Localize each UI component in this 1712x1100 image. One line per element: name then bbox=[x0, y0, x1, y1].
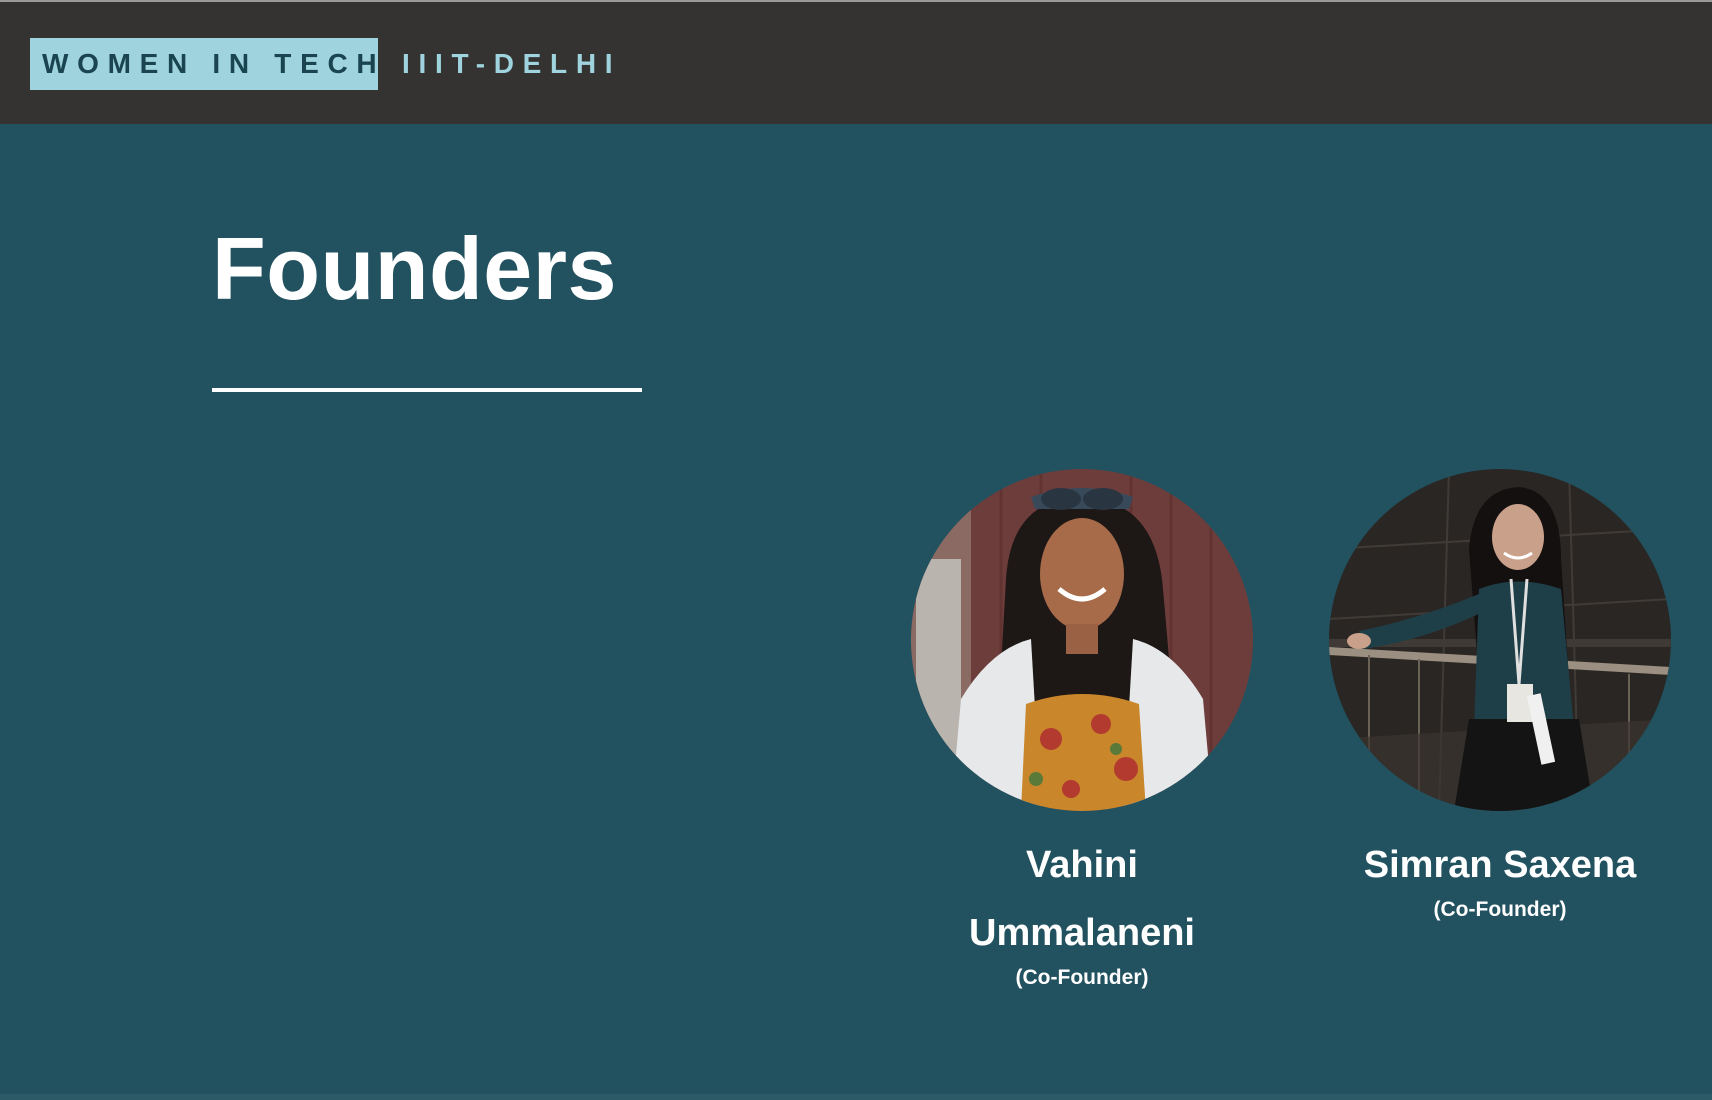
bottom-border bbox=[0, 1094, 1712, 1100]
page-title: Founders bbox=[212, 219, 617, 318]
site-header: WOMEN IN TECH IIIT-DELHI bbox=[0, 2, 1712, 124]
founder-photo-image bbox=[911, 469, 1253, 811]
brand-title: WOMEN IN TECH bbox=[42, 48, 386, 79]
founder-role: (Co-Founder) bbox=[1433, 898, 1567, 921]
founder-name: Vahini Ummalaneni bbox=[969, 844, 1195, 954]
founder-card: Vahini Ummalaneni (Co-Founder) bbox=[910, 469, 1254, 990]
title-underline bbox=[212, 388, 642, 392]
founder-photo bbox=[1329, 469, 1671, 811]
founder-photo bbox=[911, 469, 1253, 811]
founder-card: Simran Saxena (Co-Founder) bbox=[1328, 469, 1672, 922]
founder-role: (Co-Founder) bbox=[1015, 966, 1149, 989]
founder-photo-image bbox=[1329, 469, 1671, 811]
brand-logo[interactable]: WOMEN IN TECH bbox=[30, 38, 378, 90]
founder-name: Simran Saxena bbox=[1363, 844, 1637, 886]
brand-subtitle[interactable]: IIIT-DELHI bbox=[402, 38, 621, 90]
